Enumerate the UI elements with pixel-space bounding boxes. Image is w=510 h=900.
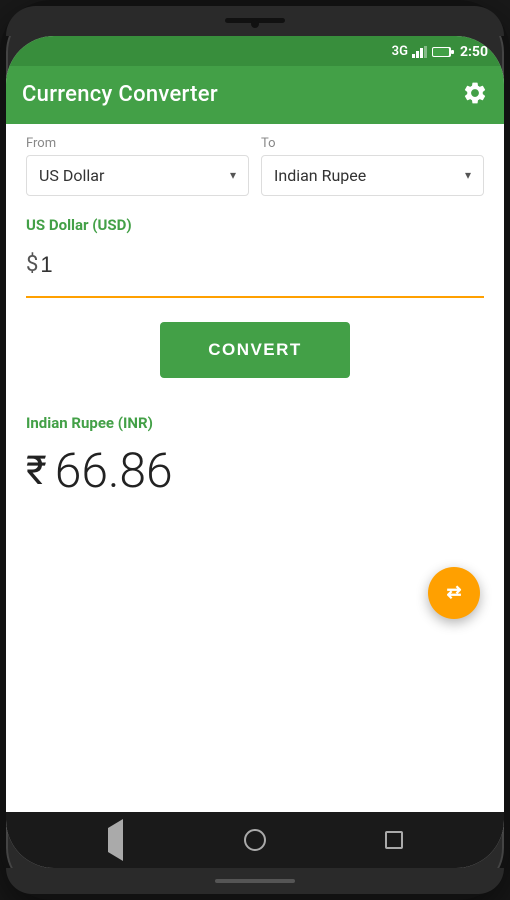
phone-frame: 3G 2:50 Currency Converter — [0, 0, 510, 900]
signal-bars-icon — [412, 46, 428, 58]
main-content: From US Dollar ▾ To Indian Rupee ▾ US Do… — [6, 124, 504, 812]
home-icon — [244, 829, 266, 851]
from-label: From — [26, 136, 249, 151]
input-section: US Dollar (USD) $ — [6, 196, 504, 296]
back-icon — [108, 828, 123, 852]
battery-icon — [432, 46, 454, 58]
swap-arrows-icon: ⇄ — [446, 582, 461, 603]
phone-screen: 3G 2:50 Currency Converter — [6, 36, 504, 868]
fab-area: ⇄ — [6, 519, 504, 679]
front-camera — [251, 20, 259, 28]
currency-selector-row: From US Dollar ▾ To Indian Rupee ▾ — [6, 124, 504, 196]
phone-notch — [6, 6, 504, 36]
amount-input[interactable] — [40, 252, 484, 278]
swap-fab-button[interactable]: ⇄ — [428, 567, 480, 619]
input-currency-label: US Dollar (USD) — [26, 216, 484, 234]
result-amount: 66.86 — [55, 442, 173, 499]
to-label: To — [261, 136, 484, 151]
input-wrapper: $ — [26, 244, 484, 286]
signal-text: 3G — [392, 44, 408, 59]
settings-button[interactable] — [462, 80, 488, 110]
to-selector-group: To Indian Rupee ▾ — [261, 136, 484, 196]
result-section: Indian Rupee (INR) ₹ 66.86 — [6, 398, 504, 519]
from-dropdown-arrow: ▾ — [230, 168, 236, 182]
home-indicator — [215, 879, 295, 883]
to-dropdown[interactable]: Indian Rupee ▾ — [261, 155, 484, 196]
nav-back-button[interactable] — [98, 822, 134, 858]
result-currency-label: Indian Rupee (INR) — [26, 414, 484, 432]
nav-bar — [6, 812, 504, 868]
from-selector-group: From US Dollar ▾ — [26, 136, 249, 196]
result-symbol: ₹ — [26, 447, 47, 494]
nav-home-button[interactable] — [237, 822, 273, 858]
status-icons: 3G 2:50 — [392, 44, 488, 60]
to-dropdown-arrow: ▾ — [465, 168, 471, 182]
convert-button-wrapper: CONVERT — [6, 298, 504, 398]
to-selected-value: Indian Rupee — [274, 166, 366, 185]
phone-bottom-bar — [6, 868, 504, 894]
nav-recent-button[interactable] — [376, 822, 412, 858]
app-header: Currency Converter — [6, 66, 504, 124]
app-title: Currency Converter — [22, 82, 218, 107]
status-bar: 3G 2:50 — [6, 36, 504, 66]
input-symbol: $ — [26, 252, 38, 277]
result-value-wrapper: ₹ 66.86 — [26, 442, 484, 499]
recent-icon — [385, 831, 403, 849]
convert-button[interactable]: CONVERT — [160, 322, 350, 378]
from-dropdown[interactable]: US Dollar ▾ — [26, 155, 249, 196]
from-selected-value: US Dollar — [39, 166, 104, 185]
gear-icon — [462, 80, 488, 106]
time-text: 2:50 — [460, 44, 488, 60]
